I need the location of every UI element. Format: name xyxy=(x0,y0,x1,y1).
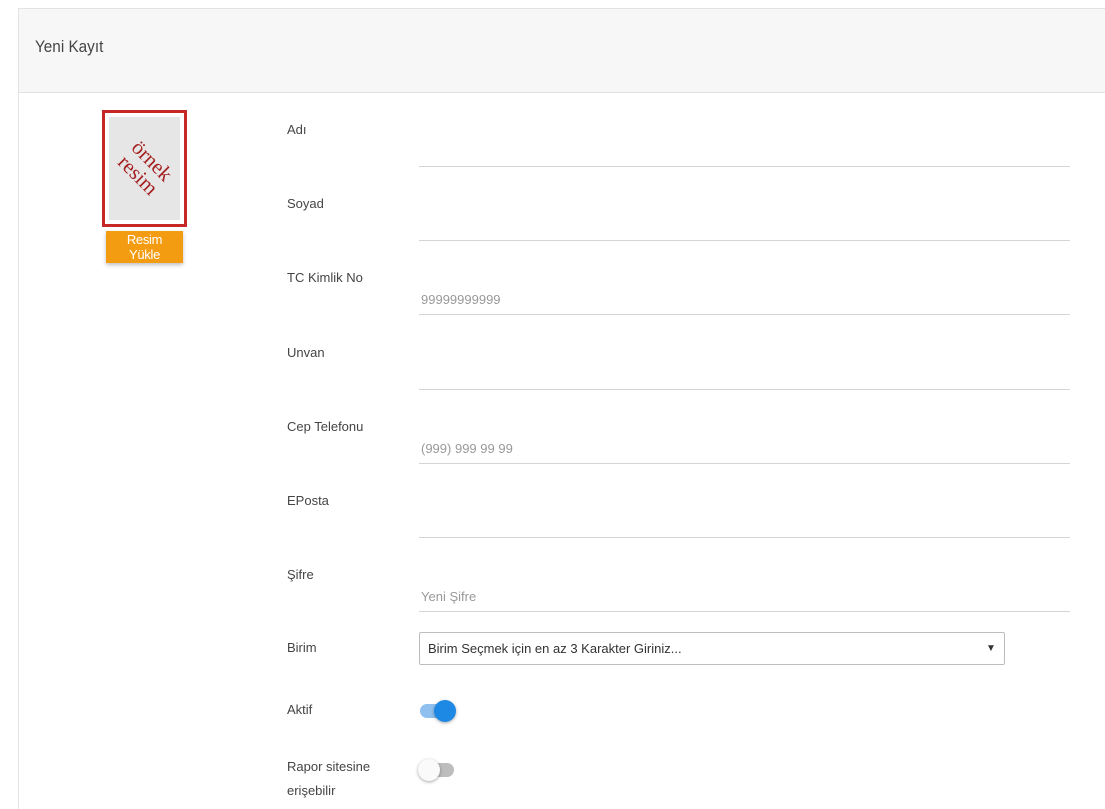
unit-label: Birim xyxy=(287,640,317,655)
report-access-label-line1: Rapor sitesine xyxy=(287,759,371,774)
title-label: Unvan xyxy=(287,345,325,360)
unit-select-value: Birim Seçmek için en az 3 Karakter Girin… xyxy=(428,641,682,656)
report-access-toggle-knob xyxy=(418,759,440,781)
card-header: Yeni Kayıt xyxy=(19,9,1105,93)
email-input[interactable] xyxy=(419,508,1070,538)
report-access-label-line2: erişebilir xyxy=(287,783,336,798)
avatar-frame: örnek resim xyxy=(102,110,187,227)
first-name-label: Adı xyxy=(287,122,307,137)
active-toggle-knob xyxy=(434,700,456,722)
upload-image-button[interactable]: Resim Yükle xyxy=(106,231,183,263)
mobile-phone-input[interactable] xyxy=(419,434,1070,464)
id-number-input[interactable] xyxy=(419,285,1070,315)
title-input[interactable] xyxy=(419,360,1070,390)
report-access-toggle[interactable] xyxy=(418,759,454,781)
sample-image-icon: örnek resim xyxy=(113,135,178,200)
dropdown-arrow-icon: ▼ xyxy=(986,643,996,654)
last-name-input[interactable] xyxy=(419,211,1070,241)
email-label: EPosta xyxy=(287,493,329,508)
active-label: Aktif xyxy=(287,702,313,717)
first-name-input[interactable] xyxy=(419,137,1070,167)
active-toggle[interactable] xyxy=(420,700,456,722)
password-label: Şifre xyxy=(287,567,314,582)
unit-select[interactable]: Birim Seçmek için en az 3 Karakter Girin… xyxy=(419,632,1005,665)
mobile-phone-label: Cep Telefonu xyxy=(287,419,364,434)
page-title: Yeni Kayıt xyxy=(35,37,104,56)
id-number-label: TC Kimlik No xyxy=(287,270,363,285)
password-input[interactable] xyxy=(419,582,1070,612)
avatar-placeholder-image: örnek resim xyxy=(109,117,180,220)
last-name-label: Soyad xyxy=(287,196,324,211)
